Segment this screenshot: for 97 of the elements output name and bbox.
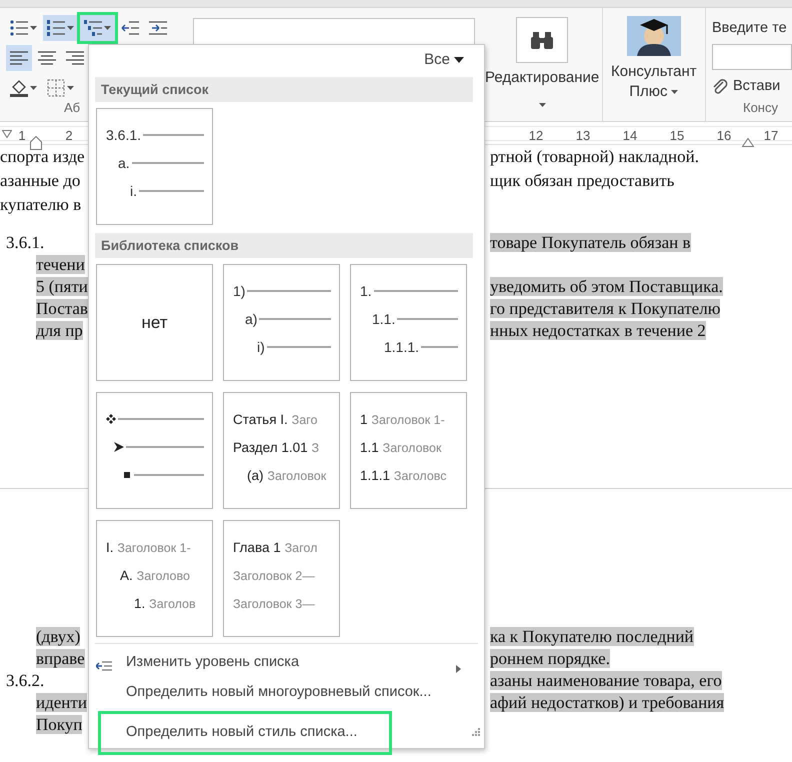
- list-style-tile[interactable]: [96, 392, 213, 509]
- heading-level-row-text: Глава 1 Загол: [233, 539, 318, 557]
- ruler-number: 17: [764, 127, 778, 145]
- borders-icon: [47, 79, 65, 97]
- document-text: 3.6.1.: [6, 233, 44, 252]
- multilevel-list-button[interactable]: [80, 15, 115, 41]
- filter-dropdown[interactable]: Все: [424, 48, 464, 72]
- heading-level-row-text: Раздел 1.01 З: [233, 439, 320, 457]
- list-style-tile[interactable]: 1. 1.1. 1.1.1.: [350, 264, 467, 381]
- group-label: Консу: [743, 98, 778, 117]
- insert-label[interactable]: Встави: [733, 76, 780, 98]
- heading-level-row-text: (a) Заголовок: [246, 467, 328, 485]
- document-text: спорта изде: [0, 147, 85, 166]
- list-style-tile[interactable]: Глава 1 Загол Заголовок 2— Заголовок 3—: [223, 520, 340, 637]
- decrease-indent-icon: [121, 19, 139, 37]
- heading-level-row-text: A. Заголово: [119, 567, 191, 585]
- document-text: Постав: [36, 299, 88, 318]
- arrow-bullet-icon: [114, 442, 124, 452]
- square-bullet-icon: [122, 470, 132, 480]
- bullet-icon: [106, 414, 116, 424]
- submenu-arrow-icon: [456, 665, 461, 674]
- binoculars-icon: [531, 30, 554, 50]
- heading-level-row-text: Заголовок 3—: [233, 596, 316, 613]
- align-left-button[interactable]: [6, 45, 32, 71]
- list-level-icon: [96, 660, 112, 672]
- paint-bucket-icon: [10, 79, 28, 97]
- caret-icon: [104, 26, 111, 30]
- list-style-tile[interactable]: I. Заголовок 1- A. Заголово 1. Заголов: [96, 520, 213, 637]
- list-style-tile[interactable]: 3.6.1. a. i.: [96, 108, 213, 225]
- document-text: 5 (пяти: [36, 277, 88, 296]
- multilevel-list-icon: [84, 19, 102, 37]
- caret-icon: [30, 26, 37, 30]
- document-text: го представителя к Покупателю: [490, 299, 720, 318]
- search-field[interactable]: [712, 44, 792, 70]
- caret-icon: [454, 57, 464, 63]
- ruler-number: 14: [622, 127, 638, 145]
- caret-icon: [67, 86, 74, 90]
- ruler-number: 15: [670, 127, 684, 145]
- ruler-number: 2: [65, 127, 73, 145]
- avatar-icon: [626, 16, 681, 56]
- document-text: Покуп: [36, 715, 82, 734]
- menu-item[interactable]: Определить новый стиль списка...: [101, 714, 389, 752]
- document-text: 3.6.2.: [6, 671, 44, 690]
- align-left-icon: [10, 49, 28, 67]
- group-label: Аб: [64, 98, 80, 116]
- find-button[interactable]: [516, 17, 568, 63]
- document-text: азанные до: [0, 171, 80, 190]
- heading-level-row-text: 1 Заголовок 1-: [360, 411, 446, 429]
- document-text: афий недостатков) и требования: [490, 693, 724, 712]
- consultant-label[interactable]: Плюс: [629, 82, 668, 102]
- caret-icon: [67, 26, 74, 30]
- caret-icon: [538, 102, 546, 107]
- document-text: ртной (товарной) накладной.: [490, 147, 699, 166]
- document-text: купателю в: [0, 195, 82, 214]
- numbered-list-button[interactable]: [43, 15, 78, 41]
- caret-icon: [671, 90, 678, 94]
- document-text: щик обязан предоставить: [490, 171, 674, 190]
- resize-grip-icon: [472, 728, 480, 736]
- list-style-tile[interactable]: нет: [96, 264, 213, 381]
- document-text: для пр: [36, 321, 83, 340]
- document-text: роннем порядке.: [490, 649, 610, 668]
- ruler-number: 1: [18, 127, 26, 145]
- caret-icon: [30, 86, 37, 90]
- menu-item[interactable]: Определить новый многоуровневый список...: [95, 678, 475, 708]
- bullet-list-icon: [10, 19, 28, 37]
- document-text: товаре Покупатель обязан в: [490, 233, 690, 252]
- list-style-tile[interactable]: 1) a) i): [223, 264, 340, 381]
- numbered-list-icon: [47, 19, 65, 37]
- section-header: Текущий список: [95, 77, 473, 102]
- ruler-number: 13: [576, 127, 590, 145]
- heading-level-row-text: 1.1 Заголовок: [360, 439, 442, 457]
- heading-level-row-text: I. Заголовок 1-: [106, 539, 192, 557]
- search-label: Введите те: [712, 19, 788, 38]
- document-text: течени: [36, 255, 85, 274]
- document-text: вправе: [36, 649, 85, 668]
- menu-item[interactable]: Изменить уровень списка: [95, 648, 475, 678]
- heading-level-row-text: Заголовок 2—: [233, 568, 316, 585]
- align-right-icon: [66, 49, 84, 67]
- document-text: уведомить об этом Поставщика.: [490, 277, 723, 296]
- ruler-number: 12: [528, 127, 544, 145]
- increase-indent-icon: [149, 19, 167, 37]
- document-text: иденти: [36, 693, 87, 712]
- document-text: нных недостатках в течение 2: [490, 321, 706, 340]
- heading-level-row-text: Статья I. Заго: [233, 411, 318, 429]
- editing-label[interactable]: Редактирование: [485, 67, 600, 90]
- list-style-tile[interactable]: 1 Заголовок 1- 1.1 Заголовок 1.1.1 Заголовс: [350, 392, 467, 509]
- document-text: ка к Покупателю последний: [490, 627, 694, 646]
- heading-level-row-text: 1. Заголов: [133, 595, 197, 613]
- section-header: Библиотека списков: [95, 233, 473, 258]
- list-style-tile[interactable]: Статья I. Заго Раздел 1.01 З (a) Заголовок: [223, 392, 340, 509]
- document-text: азаны наименование товара, его: [490, 671, 722, 690]
- paperclip-icon: [712, 78, 728, 95]
- heading-level-row-text: 1.1.1 Заголовс: [360, 467, 448, 485]
- align-center-icon: [38, 49, 56, 67]
- document-text: (двух): [36, 627, 80, 646]
- ruler-number: 16: [716, 127, 732, 145]
- consultant-label[interactable]: Консультант: [611, 62, 697, 82]
